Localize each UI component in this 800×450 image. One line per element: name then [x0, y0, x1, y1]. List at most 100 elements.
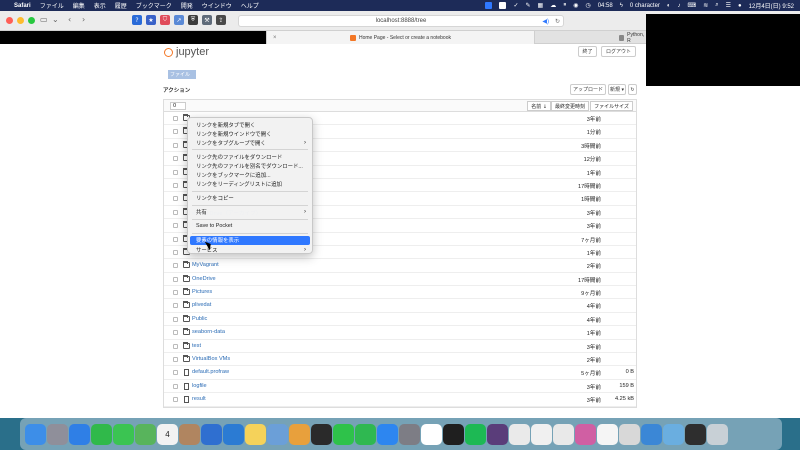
file-name-link[interactable]: default.profraw	[192, 369, 229, 375]
file-name-link[interactable]: Public	[192, 316, 207, 322]
display-icon[interactable]	[663, 423, 684, 445]
row-checkbox[interactable]	[173, 142, 178, 148]
siri-icon[interactable]: ●	[738, 3, 742, 9]
facetime-icon[interactable]	[91, 423, 112, 445]
row-checkbox[interactable]	[173, 343, 178, 349]
menu-app-name[interactable]: Safari	[14, 3, 31, 9]
file-name-link[interactable]: plivedat	[192, 302, 211, 308]
url-text[interactable]: localhost:8888/tree	[376, 18, 427, 24]
context-menu-item[interactable]: リンクをリーディングリストに追加	[190, 180, 310, 189]
status-lightning-icon[interactable]: ϟ	[620, 3, 623, 9]
numbers-icon[interactable]	[355, 423, 376, 445]
extension-arrow-icon[interactable]: ↗	[174, 15, 184, 25]
appstore-icon[interactable]	[377, 423, 398, 445]
sort-by-size-button[interactable]: ファイルサイズ	[590, 101, 633, 111]
row-checkbox[interactable]	[173, 397, 178, 403]
row-checkbox[interactable]	[173, 303, 178, 309]
forward-button[interactable]: ›	[82, 15, 85, 24]
row-checkbox[interactable]	[173, 169, 178, 175]
new-dropdown-button[interactable]: 新規 ▾	[608, 84, 626, 95]
quit-button[interactable]: 終了	[578, 46, 597, 57]
reload-icon[interactable]: ↻	[555, 18, 560, 25]
folder-icon[interactable]	[641, 423, 662, 445]
row-checkbox[interactable]	[173, 209, 178, 215]
menu-file[interactable]: ファイル	[40, 1, 64, 10]
file-row[interactable]: OneDrive 17時間前	[164, 273, 636, 287]
menu-history[interactable]: 履歴	[115, 1, 127, 10]
contacts-icon[interactable]	[179, 423, 200, 445]
row-checkbox[interactable]	[173, 249, 178, 255]
tab-jupyter-home[interactable]: × Home Page - Select or create a noteboo…	[266, 31, 534, 44]
sort-by-modified-button[interactable]: 最終変更時刻	[550, 101, 589, 111]
status-record-icon[interactable]: ◉	[573, 2, 578, 9]
menu-bookmarks[interactable]: ブックマーク	[136, 1, 172, 10]
status-check-icon[interactable]: ✓	[513, 2, 518, 9]
menu-edit[interactable]: 編集	[73, 1, 85, 10]
row-checkbox[interactable]	[173, 330, 178, 336]
status-app-icon[interactable]	[499, 2, 507, 9]
address-bar[interactable]: localhost:8888/tree ◀) ↻	[238, 15, 564, 27]
upload-button[interactable]: アップロード	[570, 84, 606, 95]
spotlight-icon[interactable]: ⌕	[715, 2, 718, 9]
trash-icon[interactable]	[707, 423, 728, 445]
tab-python[interactable]: Python, R	[534, 31, 646, 44]
row-checkbox[interactable]	[173, 116, 178, 121]
launchpad-icon[interactable]	[47, 423, 68, 445]
row-checkbox[interactable]	[173, 383, 178, 389]
file-name-link[interactable]: logfile	[192, 383, 207, 389]
back-button[interactable]: ‹	[68, 15, 71, 24]
status-character-count[interactable]: 0 character	[630, 3, 660, 9]
row-checkbox[interactable]	[173, 156, 178, 162]
logout-button[interactable]: ログアウト	[601, 46, 636, 57]
notes-icon[interactable]	[245, 423, 266, 445]
reminders-icon[interactable]	[597, 423, 618, 445]
spotify-icon[interactable]	[465, 423, 486, 445]
file-row[interactable]: logfile 3年前 159 B	[164, 380, 636, 394]
row-checkbox[interactable]	[173, 182, 178, 188]
close-tab-icon[interactable]: ×	[273, 35, 277, 41]
settings-icon[interactable]	[399, 423, 420, 445]
context-menu-item[interactable]: リンクを新規タブで開く	[190, 120, 310, 129]
context-menu-item[interactable]: リンクを新規ウインドウで開く	[190, 129, 310, 138]
status-gauge-icon[interactable]: ◐	[667, 3, 671, 9]
menu-develop[interactable]: 開発	[181, 1, 193, 10]
file-name-link[interactable]: Pictures	[192, 289, 212, 295]
extension-share-icon[interactable]: ⇪	[216, 15, 226, 25]
safari-icon[interactable]	[69, 423, 90, 445]
file-row[interactable]: MyVagrant 2年前	[164, 259, 636, 273]
row-checkbox[interactable]	[173, 276, 178, 282]
status-pause-icon[interactable]: ⏸	[563, 2, 566, 9]
row-checkbox[interactable]	[173, 357, 178, 363]
context-menu-item[interactable]: リンクをブックマークに追加...	[190, 170, 310, 179]
file-row[interactable]: test 3年前	[164, 340, 636, 354]
file-row[interactable]: VirtualBox VMs 2年前	[164, 353, 636, 367]
finder-icon[interactable]	[25, 423, 46, 445]
file-name-link[interactable]: result	[192, 396, 206, 402]
file-row[interactable]: plivedat 4年前	[164, 299, 636, 313]
menu-window[interactable]: ウインドウ	[202, 1, 232, 10]
zoom-window-button[interactable]	[28, 17, 35, 24]
file-row[interactable]: Public 4年前	[164, 313, 636, 327]
context-menu-item[interactable]: 共有 ›	[190, 208, 310, 217]
row-checkbox[interactable]	[173, 263, 178, 269]
extension-tool-icon[interactable]: ⚒	[202, 15, 212, 25]
status-sound-icon[interactable]: ♪	[678, 3, 681, 9]
sidebar-toggle-icon[interactable]: ▭	[40, 15, 48, 24]
textedit-icon[interactable]	[509, 423, 530, 445]
line-icon[interactable]	[333, 423, 354, 445]
calendar-icon[interactable]: 4	[157, 423, 178, 445]
status-pin-icon[interactable]: ✎	[525, 2, 530, 9]
status-keyboard-icon[interactable]: ⌨	[688, 2, 697, 9]
file-row[interactable]: default.profraw 5ヶ月前 0 B	[164, 366, 636, 380]
file-name-link[interactable]: OneDrive	[192, 276, 216, 282]
monitor-icon[interactable]	[619, 423, 640, 445]
context-menu-item[interactable]: リンクをタブグループで開く ›	[190, 138, 310, 147]
context-menu-item[interactable]: Save to Pocket	[190, 222, 310, 231]
sort-by-name-button[interactable]: 名前 ↓	[527, 101, 551, 111]
select-all-checkbox[interactable]: 0	[170, 102, 186, 110]
preview-icon[interactable]	[267, 423, 288, 445]
tab-files[interactable]: ファイル	[168, 70, 196, 79]
refresh-icon[interactable]: ↻	[628, 84, 637, 95]
row-checkbox[interactable]	[173, 370, 178, 376]
close-window-button[interactable]	[6, 17, 13, 24]
